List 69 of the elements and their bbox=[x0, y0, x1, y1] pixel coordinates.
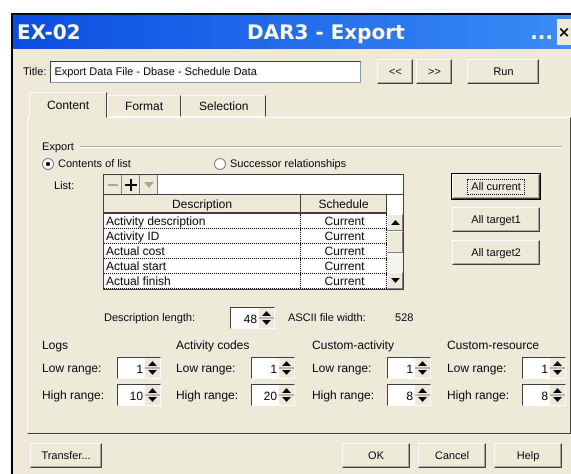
high-range-label: High range: bbox=[176, 388, 240, 402]
all-schedule-button[interactable]: All target2 bbox=[452, 240, 540, 265]
radio-button[interactable] bbox=[214, 158, 226, 170]
plus-icon[interactable] bbox=[122, 175, 140, 194]
low-range-label: Low range: bbox=[447, 361, 508, 375]
low-range-label: Low range: bbox=[42, 361, 102, 375]
scroll-down-icon[interactable] bbox=[390, 278, 400, 283]
low-range-spinner[interactable]: 1 bbox=[522, 357, 566, 379]
spinner-arrows-icon[interactable] bbox=[415, 358, 430, 378]
description-length-label: Description length: bbox=[104, 312, 196, 324]
low-range-label: Low range: bbox=[312, 361, 372, 375]
radio-label: Successor relationships bbox=[230, 158, 346, 170]
high-range-spinner[interactable]: 10 bbox=[117, 384, 161, 406]
dialog-button[interactable]: Cancel bbox=[418, 443, 486, 468]
all-schedule-button[interactable]: All current bbox=[452, 174, 540, 199]
spinner-arrows-icon[interactable] bbox=[145, 385, 160, 405]
spinner-arrows-icon[interactable] bbox=[279, 385, 294, 405]
spinner-arrows-icon[interactable] bbox=[550, 385, 565, 405]
high-range-label: High range: bbox=[312, 388, 376, 402]
scrollbar[interactable] bbox=[387, 214, 403, 289]
table-cell: Actual start bbox=[104, 259, 301, 273]
ascii-width-value: 528 bbox=[395, 312, 414, 324]
window-title: DAR3 - Export bbox=[246, 20, 406, 44]
dialog-button[interactable]: Help bbox=[494, 443, 562, 468]
tab[interactable]: Content bbox=[29, 92, 108, 118]
window-code: EX-02 bbox=[17, 20, 82, 44]
high-range-label: High range: bbox=[447, 388, 510, 402]
table-cell: Actual cost bbox=[104, 244, 301, 258]
navigation-button[interactable]: << bbox=[377, 59, 414, 84]
spinner-arrows-icon[interactable] bbox=[145, 358, 160, 378]
all-schedule-button[interactable]: All target1 bbox=[452, 207, 540, 232]
group-title: Custom-activity bbox=[312, 338, 396, 352]
description-length-spinner[interactable]: 48 bbox=[230, 307, 275, 329]
title-field[interactable]: Export Data File - Dbase - Schedule Data bbox=[50, 60, 362, 82]
title-label: Title: bbox=[23, 66, 46, 78]
dialog-button[interactable]: OK bbox=[342, 443, 410, 468]
spinner-arrows-icon[interactable] bbox=[279, 358, 294, 378]
tab[interactable]: Format bbox=[107, 95, 182, 117]
ascii-width-label: ASCII file width: bbox=[288, 312, 367, 324]
low-range-spinner[interactable]: 1 bbox=[387, 357, 431, 379]
spinner-arrows-icon[interactable] bbox=[550, 358, 565, 378]
high-range-spinner[interactable]: 8 bbox=[387, 384, 431, 406]
group-title: Custom-resource bbox=[447, 338, 540, 352]
column-header[interactable]: Schedule bbox=[301, 195, 387, 212]
low-range-label: Low range: bbox=[176, 361, 236, 375]
section-heading: Export bbox=[42, 141, 74, 153]
group-title: Logs bbox=[42, 338, 70, 352]
radio-label: Contents of list bbox=[58, 158, 131, 170]
spinner-arrows-icon[interactable] bbox=[415, 385, 430, 405]
high-range-spinner[interactable]: 20 bbox=[251, 384, 295, 406]
column-header[interactable]: Description bbox=[104, 195, 301, 212]
table-cell: Actual finish bbox=[104, 274, 301, 288]
more-indicator: ... bbox=[530, 20, 553, 44]
high-range-spinner[interactable]: 8 bbox=[522, 384, 566, 406]
spinner-arrows-icon[interactable] bbox=[259, 308, 274, 328]
table-cell: Activity ID bbox=[104, 229, 301, 243]
radio-button[interactable] bbox=[42, 158, 54, 170]
transfer-button[interactable]: Transfer... bbox=[30, 443, 102, 468]
close-button[interactable]: × bbox=[557, 19, 571, 45]
low-range-spinner[interactable]: 1 bbox=[251, 357, 295, 379]
tab[interactable]: Selection bbox=[181, 95, 266, 117]
scroll-up-icon[interactable] bbox=[390, 220, 400, 225]
table-cell: Activity description bbox=[104, 214, 301, 228]
group-title: Activity codes bbox=[176, 338, 250, 352]
list-label: List: bbox=[53, 179, 76, 194]
low-range-spinner[interactable]: 1 bbox=[117, 357, 161, 379]
high-range-label: High range: bbox=[42, 388, 106, 402]
run-button[interactable]: Run bbox=[467, 59, 540, 84]
navigation-button[interactable]: >> bbox=[416, 59, 452, 84]
